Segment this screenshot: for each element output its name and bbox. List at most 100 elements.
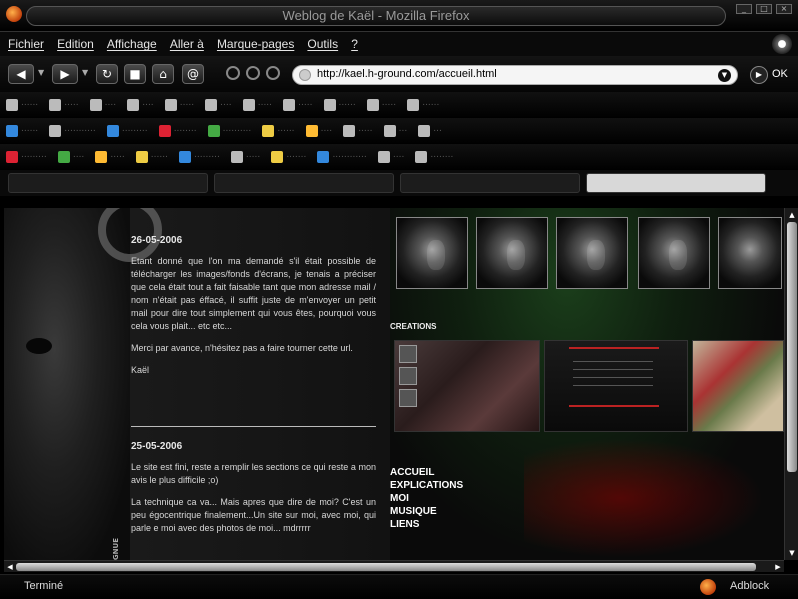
firefox-status-icon[interactable] <box>700 579 716 595</box>
go-button[interactable]: ▶ <box>750 66 768 84</box>
menu-bar: Fichier Edition Affichage Aller à Marque… <box>0 32 798 56</box>
menu-affichage[interactable]: Affichage <box>107 32 157 51</box>
bookmark-item[interactable]: ····· <box>164 99 194 111</box>
vertical-label: GNUE <box>112 538 120 561</box>
close-button[interactable]: × <box>776 4 792 14</box>
bookmark-item[interactable]: ····· <box>230 151 260 163</box>
tab-active[interactable] <box>586 173 766 193</box>
tab[interactable] <box>214 173 394 193</box>
window-title: Weblog de Kaël - Mozilla Firefox <box>282 8 470 23</box>
photo-thumbnail[interactable] <box>718 217 782 289</box>
menu-fichier[interactable]: Fichier <box>8 32 44 51</box>
zoom-out-icon[interactable] <box>246 66 260 80</box>
vertical-scrollbar[interactable]: ▲ ▼ <box>784 208 798 560</box>
bookmarks-toolbar-2: ······ ··········· ········· ········ ··… <box>0 118 798 144</box>
vertical-scroll-thumb[interactable] <box>787 222 797 472</box>
tab[interactable] <box>400 173 580 193</box>
bookmark-item[interactable]: ····· <box>283 99 312 111</box>
reload-button[interactable]: ↻ <box>96 64 118 84</box>
at-icon: @ <box>187 67 199 81</box>
menu-outils[interactable]: Outils <box>307 32 338 51</box>
creation-thumbnail[interactable] <box>394 340 540 432</box>
bookmark-item[interactable]: ···· <box>57 151 84 163</box>
throbber-icon <box>772 34 792 54</box>
stop-icon: ■ <box>129 67 141 81</box>
maximize-button[interactable]: □ <box>756 4 772 14</box>
nav-explications[interactable]: EXPLICATIONS <box>390 479 463 492</box>
bookmark-item[interactable]: ······ <box>407 99 439 111</box>
menu-edition[interactable]: Edition <box>57 32 94 51</box>
back-button[interactable]: ◀ <box>8 64 34 84</box>
bookmark-item[interactable]: ····· <box>95 151 125 163</box>
bookmark-item[interactable]: ········· <box>6 151 47 163</box>
url-text[interactable]: http://kael.h-ground.com/accueil.html <box>317 68 497 80</box>
bookmark-item[interactable]: ········· <box>179 151 220 163</box>
scroll-down-icon[interactable]: ▼ <box>787 548 797 558</box>
reload-icon: ↻ <box>101 67 113 81</box>
window-controls: _ □ × <box>736 4 792 14</box>
address-bar[interactable]: http://kael.h-ground.com/accueil.html ▼ <box>292 65 738 85</box>
horizontal-scroll-thumb[interactable] <box>16 563 756 571</box>
bookmark-item[interactable]: ····· <box>343 125 373 137</box>
photo-thumbnail[interactable] <box>638 217 710 289</box>
bookmark-item[interactable]: ······ <box>6 99 38 111</box>
bookmark-item[interactable]: ······ <box>6 125 38 137</box>
bookmark-item[interactable]: ··· <box>418 125 442 137</box>
home-button[interactable]: ⌂ <box>152 64 174 84</box>
back-history-dropdown-icon[interactable]: ▼ <box>38 68 44 77</box>
bookmark-item[interactable]: ··· <box>383 125 407 137</box>
bookmark-item[interactable]: ···· <box>89 99 116 111</box>
bookmark-item[interactable]: ····· <box>242 99 272 111</box>
forward-icon: ▶ <box>60 67 70 81</box>
bookmark-item[interactable]: ····· <box>49 99 79 111</box>
nav-musique[interactable]: MUSIQUE <box>390 505 463 518</box>
bookmark-item[interactable]: ······ <box>323 99 356 111</box>
site-navigation: ACCUEIL EXPLICATIONS MOI MUSIQUE LIENS <box>390 466 463 531</box>
tab[interactable] <box>8 173 208 193</box>
photo-thumbnail[interactable] <box>396 217 468 289</box>
zoom-icon[interactable] <box>226 66 240 80</box>
bookmark-item[interactable]: ············ <box>317 151 367 163</box>
bookmark-item[interactable]: ········ <box>415 151 453 163</box>
status-text: Terminé <box>24 580 64 592</box>
post-divider <box>131 426 376 427</box>
menu-aller-a[interactable]: Aller à <box>170 32 204 51</box>
photo-thumbnail[interactable] <box>476 217 548 289</box>
photo-thumbnail[interactable] <box>556 217 628 289</box>
bookmark-item[interactable]: ········· <box>106 125 148 137</box>
bookmark-item[interactable]: ···· <box>377 151 404 163</box>
zoom-in-icon[interactable] <box>266 66 280 80</box>
post-paragraph: Etant donné que l'on ma demandé s'il éta… <box>131 256 376 331</box>
bookmark-item[interactable]: ······ <box>262 125 295 137</box>
scroll-left-icon[interactable]: ◀ <box>5 562 15 572</box>
nav-liens[interactable]: LIENS <box>390 518 463 531</box>
adblock-status[interactable]: Adblock <box>730 580 769 592</box>
menu-marque-pages[interactable]: Marque-pages <box>217 32 294 51</box>
menu-help[interactable]: ? <box>351 32 358 51</box>
post-paragraph: La technique ca va... Mais apres que dir… <box>131 497 376 533</box>
forward-button[interactable]: ▶ <box>52 64 78 84</box>
bookmark-item[interactable]: ······· <box>271 151 306 163</box>
minimize-button[interactable]: _ <box>736 4 752 14</box>
bookmark-item[interactable]: ···· <box>305 125 332 137</box>
search-field[interactable]: ··········· <box>49 125 96 137</box>
bookmark-item[interactable]: ········ <box>158 125 197 137</box>
horizontal-scrollbar[interactable]: ◀ ▶ <box>4 560 784 572</box>
nav-moi[interactable]: MOI <box>390 492 463 505</box>
bookmark-item[interactable]: ···· <box>127 99 154 111</box>
bookmark-item[interactable]: ······ <box>135 151 168 163</box>
url-dropdown-icon[interactable]: ▼ <box>718 69 731 82</box>
scroll-up-icon[interactable]: ▲ <box>787 210 797 220</box>
bookmark-item[interactable]: ·········· <box>207 125 251 137</box>
bookmark-item[interactable]: ···· <box>205 99 232 111</box>
forward-history-dropdown-icon[interactable]: ▼ <box>82 68 88 77</box>
scroll-right-icon[interactable]: ▶ <box>773 562 783 572</box>
creation-thumbnail[interactable] <box>692 340 784 432</box>
stop-button[interactable]: ■ <box>124 64 146 84</box>
go-label[interactable]: OK <box>772 68 788 80</box>
at-button[interactable]: @ <box>182 64 204 84</box>
bookmark-item[interactable]: ····· <box>366 99 396 111</box>
creation-thumbnail[interactable] <box>544 340 688 432</box>
post-date: 25-05-2006 <box>131 441 183 452</box>
nav-accueil[interactable]: ACCUEIL <box>390 466 463 479</box>
